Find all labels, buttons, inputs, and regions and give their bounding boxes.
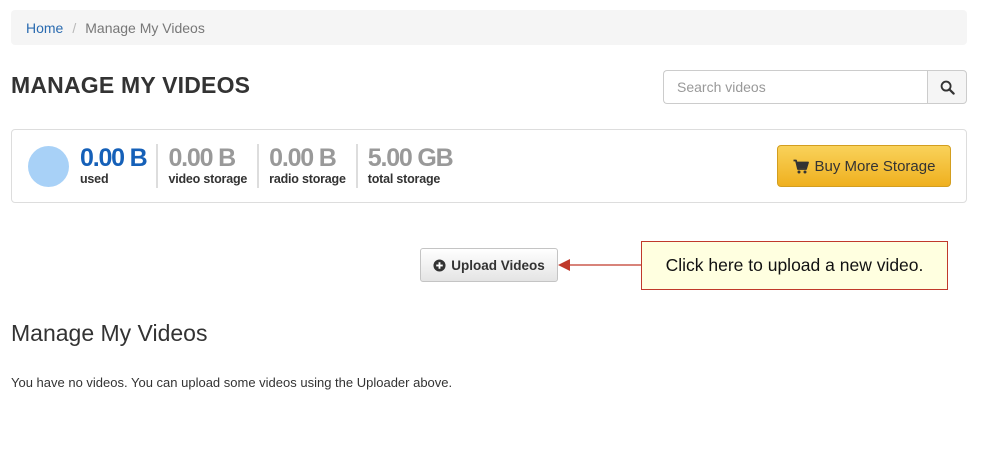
breadcrumb: Home / Manage My Videos: [11, 10, 967, 45]
callout-text: Click here to upload a new video.: [665, 255, 924, 275]
section-title: Manage My Videos: [11, 320, 208, 346]
stat-radio-value: 0.00 B: [269, 144, 337, 172]
search-button[interactable]: [927, 70, 967, 104]
buy-more-storage-label: Buy More Storage: [814, 157, 936, 175]
upload-videos-button[interactable]: Upload Videos: [420, 248, 558, 282]
breadcrumb-home-link[interactable]: Home: [26, 20, 63, 36]
storage-usage-circle: [28, 146, 69, 187]
breadcrumb-current: Manage My Videos: [85, 19, 205, 36]
stat-video-label: video storage: [168, 172, 248, 186]
stat-total-value: 5.00 GB: [367, 144, 454, 172]
stat-video-storage: 0.00 B video storage: [156, 144, 257, 188]
page-title: MANAGE MY VIDEOS: [11, 72, 251, 98]
search-group: [663, 70, 967, 104]
search-icon: [940, 80, 955, 95]
cart-icon: [793, 159, 809, 173]
stat-used-label: used: [80, 172, 109, 186]
empty-videos-message: You have no videos. You can upload some …: [11, 375, 453, 390]
search-input[interactable]: [663, 70, 927, 104]
buy-more-storage-button[interactable]: Buy More Storage: [777, 145, 951, 187]
plus-circle-icon: [433, 258, 446, 272]
stat-used-value: 0.00 B: [80, 144, 148, 172]
upload-videos-label: Upload Videos: [451, 257, 545, 273]
stat-radio-label: radio storage: [269, 172, 346, 186]
stat-used: 0.00 B used: [80, 144, 156, 188]
callout-arrow: [558, 259, 641, 271]
stat-radio-storage: 0.00 B radio storage: [257, 144, 356, 188]
storage-summary-panel: 0.00 B used 0.00 B video storage 0.00 B …: [11, 129, 967, 203]
upload-hint-callout: Click here to upload a new video.: [641, 241, 948, 290]
breadcrumb-separator: /: [72, 19, 77, 36]
stat-video-value: 0.00 B: [168, 144, 236, 172]
stat-total-label: total storage: [367, 172, 441, 186]
storage-stats: 0.00 B used 0.00 B video storage 0.00 B …: [80, 144, 462, 188]
stat-total-storage: 5.00 GB total storage: [355, 144, 463, 188]
